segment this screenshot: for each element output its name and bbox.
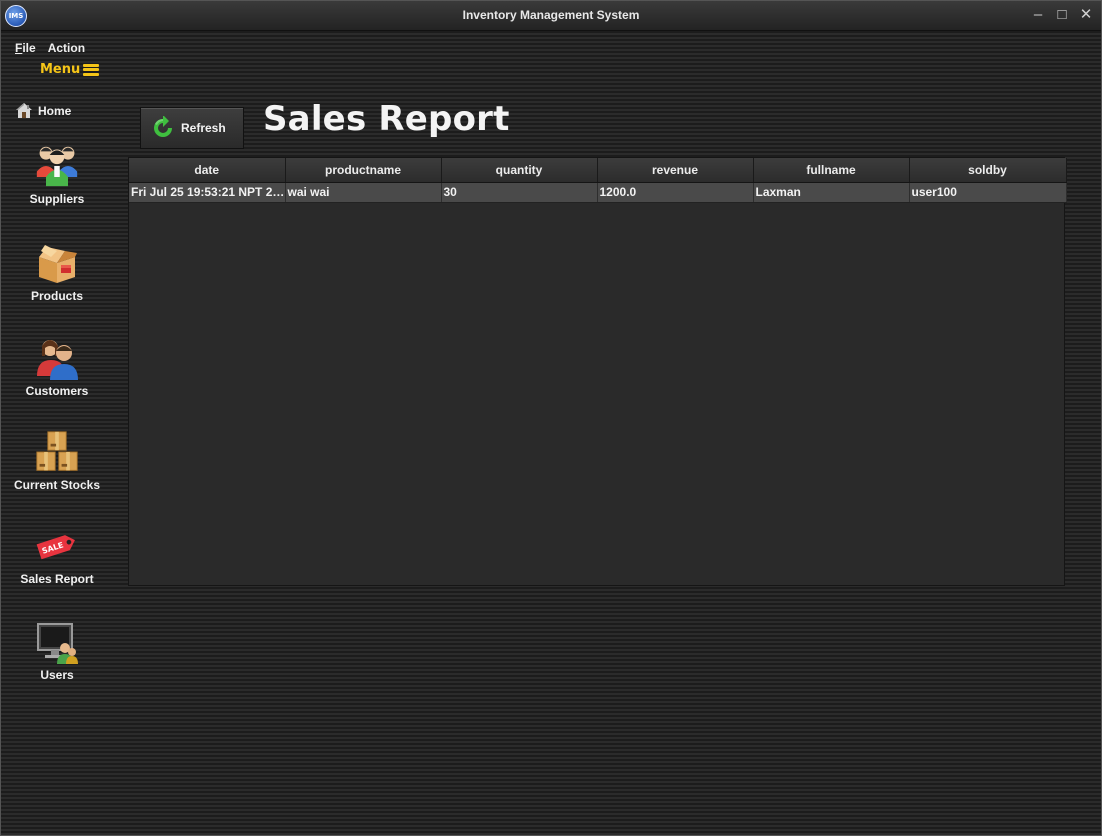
- sales-table: date productname quantity revenue fullna…: [129, 158, 1067, 203]
- sidebar-item-users[interactable]: Users: [1, 620, 113, 682]
- refresh-icon: [154, 116, 172, 137]
- sidebar-item-label: Current Stocks: [13, 478, 101, 492]
- sidebar-item-label: Home: [38, 104, 72, 118]
- menu-action[interactable]: Action: [48, 41, 85, 55]
- menu-toggle-label: Menu: [40, 62, 81, 77]
- sidebar-item-label: Sales Report: [20, 572, 94, 586]
- window-controls: – □ ✕: [1031, 6, 1093, 24]
- sidebar-item-suppliers[interactable]: Suppliers: [1, 144, 113, 206]
- sale-tag-icon: SALE: [36, 535, 75, 560]
- sidebar-item-customers[interactable]: Customers: [1, 336, 113, 398]
- cell-date: Fri Jul 25 19:53:21 NPT 2025: [129, 182, 286, 203]
- title-bar[interactable]: IMS Inventory Management System – □ ✕: [1, 1, 1101, 31]
- sidebar-item-current-stocks[interactable]: Current Stocks: [1, 430, 113, 492]
- table-header-row: date productname quantity revenue fullna…: [129, 158, 1067, 183]
- sidebar-item-label: Users: [40, 668, 74, 682]
- menu-bar: File Action: [15, 41, 85, 55]
- column-header-fullname[interactable]: fullname: [753, 158, 910, 183]
- page-title: Sales Report: [263, 99, 510, 139]
- sidebar-item-products[interactable]: Products: [1, 241, 113, 303]
- sales-table-panel[interactable]: date productname quantity revenue fullna…: [128, 157, 1067, 586]
- column-header-soldby[interactable]: soldby: [909, 158, 1067, 183]
- suppliers-icon: [36, 146, 78, 187]
- hamburger-icon: [83, 63, 100, 76]
- column-header-date[interactable]: date: [129, 158, 286, 183]
- stock-boxes-icon: [36, 431, 78, 471]
- menu-toggle-button[interactable]: Menu: [40, 62, 100, 77]
- cell-revenue: 1200.0: [597, 182, 754, 203]
- app-window: IMS Inventory Management System – □ ✕ Fi…: [0, 0, 1102, 836]
- box-icon: [39, 245, 77, 283]
- cell-fullname: Laxman: [753, 182, 910, 203]
- window-title: Inventory Management System: [462, 8, 640, 22]
- sidebar-item-label: Products: [30, 289, 83, 303]
- refresh-label: Refresh: [181, 121, 226, 135]
- sidebar-item-label: Suppliers: [29, 192, 85, 206]
- cell-productname: wai wai: [285, 182, 442, 203]
- cell-quantity: 30: [441, 182, 598, 203]
- close-button[interactable]: ✕: [1079, 6, 1093, 24]
- menu-file[interactable]: File: [15, 41, 36, 55]
- users-monitor-icon: [37, 623, 78, 664]
- sidebar-item-sales-report[interactable]: SALE Sales Report: [1, 524, 113, 586]
- column-header-quantity[interactable]: quantity: [441, 158, 598, 183]
- cell-soldby: user100: [909, 182, 1067, 203]
- column-header-revenue[interactable]: revenue: [597, 158, 754, 183]
- refresh-button[interactable]: Refresh: [140, 107, 244, 149]
- column-header-productname[interactable]: productname: [285, 158, 442, 183]
- customers-icon: [37, 340, 78, 380]
- menu-file-label: ile: [22, 41, 36, 55]
- minimize-button[interactable]: –: [1031, 6, 1045, 24]
- table-row[interactable]: Fri Jul 25 19:53:21 NPT 2025 wai wai 30 …: [129, 182, 1067, 203]
- sidebar-item-label: Customers: [25, 384, 89, 398]
- sidebar-item-home[interactable]: Home: [15, 102, 71, 120]
- maximize-button[interactable]: □: [1055, 6, 1069, 24]
- home-icon: [16, 103, 32, 118]
